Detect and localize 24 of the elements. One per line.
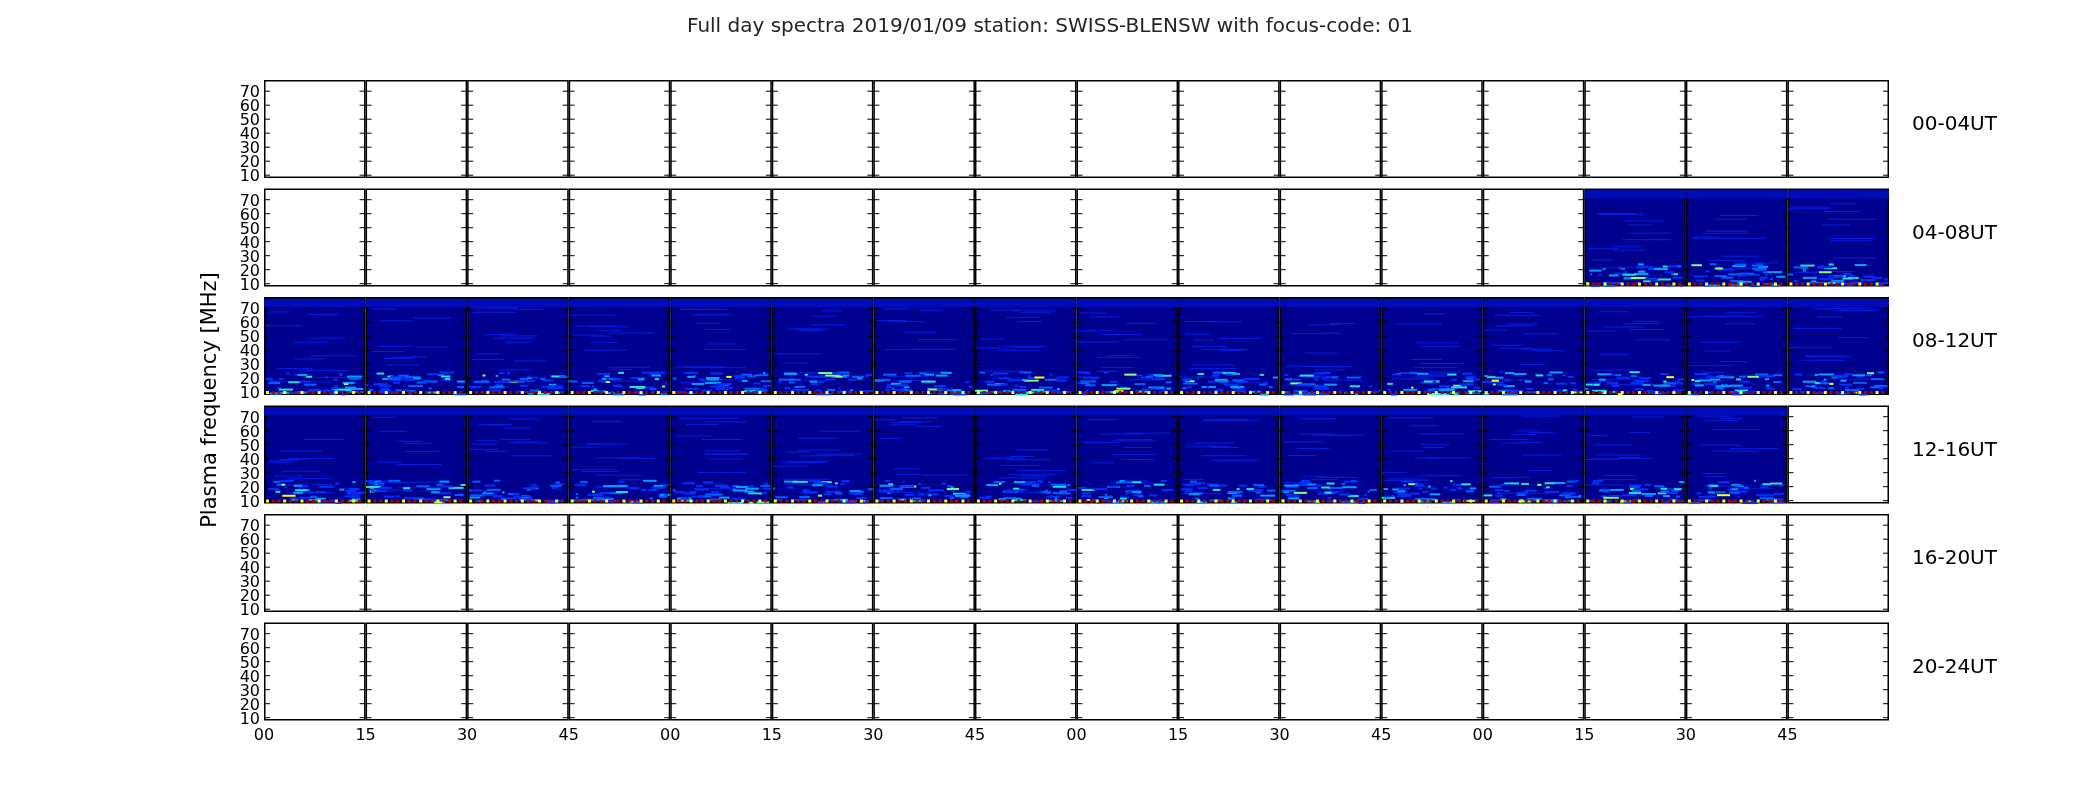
row-label: 04-08UT [1912,219,1997,244]
x-tick-label: 00 [253,724,275,744]
x-tick-label: 15 [1167,724,1189,744]
row-label: 08-12UT [1912,328,1997,352]
x-tick-label: 30 [456,724,478,744]
x-tick-label: 30 [1675,724,1697,744]
x-tick-label: 15 [761,724,782,744]
x-tick-label: 15 [355,724,376,744]
x-tick-label: 30 [863,724,884,744]
x-tick-label: 45 [558,724,579,744]
x-tick-label: 15 [1574,724,1595,744]
row-label: 16-20UT [1912,545,1997,569]
x-tick-label: 45 [964,724,986,744]
x-tick-label: 00 [1066,724,1087,744]
x-tick-label: 00 [660,724,681,744]
x-tick-label: 00 [1472,724,1493,744]
axis-label: Plasma frequency [MHz] [197,272,221,528]
x-tick-label: 45 [1371,724,1392,744]
row-label: 00-04UT [1912,111,1997,135]
x-tick-label: 30 [1269,724,1290,744]
figure-title: Full day spectra 2019/01/09 station: SWISS-BLENSW with focus-code: 01 [686,12,1414,39]
row-label: 20-24UT [1912,653,1997,678]
row-label: 12-16UT [1912,436,1997,461]
x-tick-label: 45 [1777,724,1798,744]
